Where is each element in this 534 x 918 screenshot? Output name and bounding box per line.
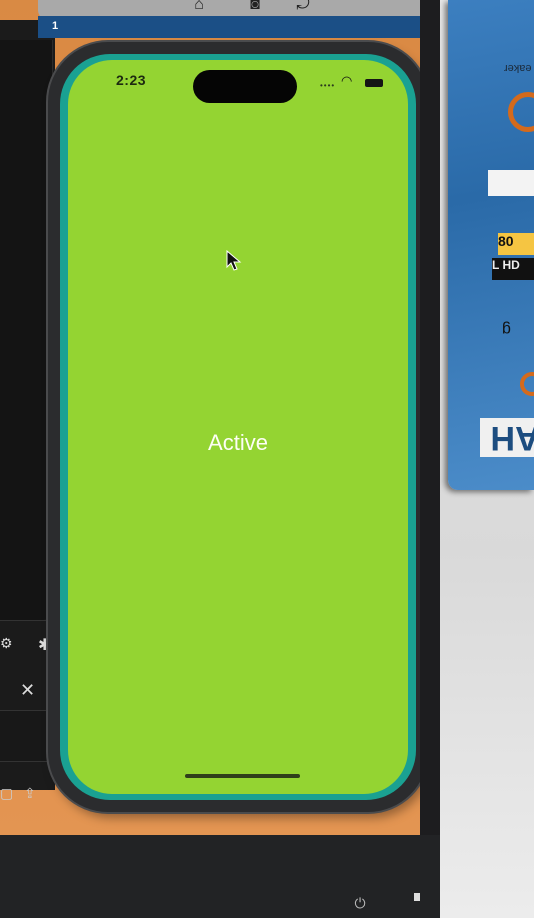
monitor-screen: ⚙ ✱ ✕ ▢ ⇪ ⌂ ◙ ⤾ 1 2:23 •••• ◠ Active bbox=[0, 0, 420, 835]
power-icon[interactable]: ⏻ bbox=[352, 895, 368, 911]
device-screen[interactable]: 2:23 •••• ◠ Active bbox=[68, 60, 408, 794]
editor-row bbox=[0, 710, 55, 762]
gear-icon[interactable]: ⚙ bbox=[0, 635, 13, 652]
box-text: eaker bbox=[504, 62, 532, 74]
rotate-icon[interactable]: ⤾ bbox=[292, 0, 314, 16]
divider bbox=[0, 620, 55, 621]
box-badge-black: L HD bbox=[492, 258, 534, 280]
box-big-text: AH bbox=[480, 418, 534, 457]
screenshot-icon[interactable]: ◙ bbox=[244, 0, 266, 16]
box-logo-ring bbox=[508, 92, 534, 132]
box-letters: g bbox=[502, 321, 511, 338]
status-label: Active bbox=[208, 430, 268, 455]
panel-icon[interactable]: ▢ bbox=[0, 785, 13, 802]
monitor-bezel: ⚙ ✱ ✕ ▢ ⇪ ⌂ ◙ ⤾ 1 2:23 •••• ◠ Active ⏻ bbox=[0, 0, 440, 918]
wifi-icon: ◠ bbox=[341, 73, 353, 88]
tab-strip bbox=[38, 16, 420, 38]
box-logo-ring-small bbox=[520, 372, 534, 396]
product-box: eaker 80 L HD g AH bbox=[448, 0, 534, 490]
dynamic-island bbox=[193, 70, 297, 103]
monitor-chin bbox=[0, 835, 440, 918]
iphone-device: 2:23 •••• ◠ Active bbox=[48, 42, 420, 812]
share-icon[interactable]: ⇪ bbox=[24, 785, 36, 802]
box-white-band bbox=[488, 170, 534, 196]
signal-icon: •••• bbox=[320, 81, 336, 90]
editor-panel bbox=[0, 40, 53, 620]
mouse-cursor-icon bbox=[226, 250, 242, 271]
editor-window: ⚙ ✱ ✕ ▢ ⇪ bbox=[0, 20, 55, 801]
battery-icon bbox=[365, 79, 383, 87]
status-time: 2:23 bbox=[116, 72, 147, 88]
monitor-button[interactable] bbox=[414, 893, 420, 901]
tab-number: 1 bbox=[52, 20, 59, 32]
box-badge-yellow: 80 bbox=[498, 233, 534, 255]
home-indicator[interactable] bbox=[185, 774, 300, 778]
home-icon[interactable]: ⌂ bbox=[188, 0, 210, 16]
close-icon[interactable]: ✕ bbox=[20, 680, 35, 701]
